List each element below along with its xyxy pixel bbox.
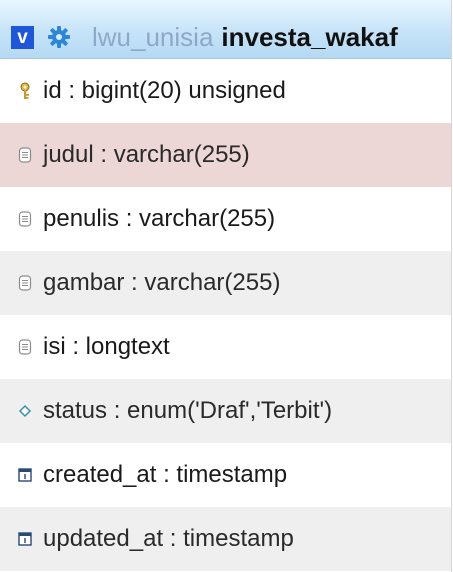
column-row-gambar[interactable]: gambar : varchar(255) — [0, 251, 451, 315]
text-column-icon — [16, 274, 34, 292]
timestamp-column-icon — [16, 530, 34, 548]
table-title[interactable]: lwu_unisia investa_wakaf — [92, 22, 398, 52]
timestamp-column-icon — [16, 466, 34, 484]
enum-column-icon — [16, 402, 34, 420]
primary-key-icon — [16, 82, 34, 100]
table-card: v lwu_unisia investa_wakaf id: bigint(2… — [0, 0, 452, 572]
column-row-isi[interactable]: isi : longtext — [0, 315, 451, 379]
text-column-icon — [16, 338, 34, 356]
column-label: gambar : varchar(255) — [43, 269, 281, 296]
gear-icon[interactable] — [47, 25, 71, 49]
column-list: id : bigint(20) unsigned judul : varchar… — [0, 59, 451, 571]
column-label: penulis : varchar(255) — [43, 205, 276, 232]
column-label: updated_at : timestamp — [43, 525, 294, 552]
column-row-id[interactable]: id : bigint(20) unsigned — [0, 59, 451, 123]
column-row-created-at[interactable]: created_at : timestamp — [0, 443, 451, 507]
column-label: judul : varchar(255) — [43, 141, 250, 168]
column-row-status[interactable]: status : enum('Draf','Terbit') — [0, 379, 451, 443]
text-column-icon — [16, 210, 34, 228]
text-column-icon — [16, 146, 34, 164]
database-name: lwu_unisia — [92, 22, 214, 52]
column-label: created_at : timestamp — [43, 461, 288, 488]
column-row-judul[interactable]: judul : varchar(255) — [0, 123, 451, 187]
column-row-updated-at[interactable]: updated_at : timestamp — [0, 507, 451, 571]
column-row-penulis[interactable]: penulis : varchar(255) — [0, 187, 451, 251]
column-label: status : enum('Draf','Terbit') — [43, 397, 333, 424]
column-label: isi : longtext — [43, 333, 170, 360]
table-header[interactable]: v lwu_unisia investa_wakaf — [0, 0, 451, 59]
collapse-toggle-button[interactable]: v — [11, 26, 34, 49]
table-name: investa_wakaf — [221, 22, 398, 52]
column-label: id : bigint(20) unsigned — [43, 77, 286, 104]
